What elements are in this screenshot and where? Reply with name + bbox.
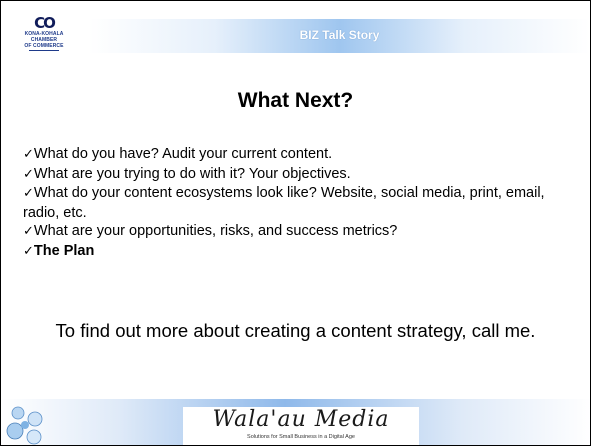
bullet-text: What are your opportunities, risks, and … xyxy=(33,223,398,239)
checkmark-icon: ✓ xyxy=(23,224,34,239)
bullet-text: The Plan xyxy=(33,242,95,259)
call-to-action: To find out more about creating a conten… xyxy=(55,320,536,341)
word-bubbles-icon xyxy=(5,405,45,445)
checkmark-icon: ✓ xyxy=(23,243,34,259)
bullet-text: What do your content ecosystems look lik… xyxy=(23,185,545,221)
brand-name: Wala'au Media xyxy=(212,407,390,432)
bullet-text: What do you have? Audit your current con… xyxy=(33,146,333,162)
bullet-item: ✓What do your content ecosystems look li… xyxy=(23,184,583,222)
slide: BIZ Talk Story CO KONA-KOHALA CHAMBER OF… xyxy=(0,0,591,446)
bullet-item: ✓The Plan xyxy=(23,242,583,262)
header-title: BIZ Talk Story xyxy=(299,28,380,42)
chamber-of-commerce-logo: CO KONA-KOHALA CHAMBER OF COMMERCE xyxy=(13,15,75,67)
bullet-item: ✓What are you trying to do with it? Your… xyxy=(23,165,583,185)
slide-title: What Next? xyxy=(237,89,354,112)
walaau-media-logo: Wala'au Media Solutions for Small Busine… xyxy=(183,407,419,445)
chamber-logo-line: OF COMMERCE xyxy=(24,43,64,49)
checkmark-icon: ✓ xyxy=(23,166,34,182)
chamber-logo-underline xyxy=(29,50,59,51)
checkmark-icon: ✓ xyxy=(23,186,34,201)
bullet-list: ✓What do you have? Audit your current co… xyxy=(23,145,583,261)
checkmark-icon: ✓ xyxy=(23,147,34,162)
header-band: BIZ Talk Story xyxy=(89,19,590,53)
bullet-text: What are you trying to do with it? Your … xyxy=(33,165,351,182)
bullet-item: ✓What do you have? Audit your current co… xyxy=(23,145,583,165)
bullet-item: ✓What are your opportunities, risks, and… xyxy=(23,222,583,242)
brand-tagline: Solutions for Small Business in a Digita… xyxy=(247,434,355,440)
chamber-logo-mark: CO xyxy=(34,14,56,32)
